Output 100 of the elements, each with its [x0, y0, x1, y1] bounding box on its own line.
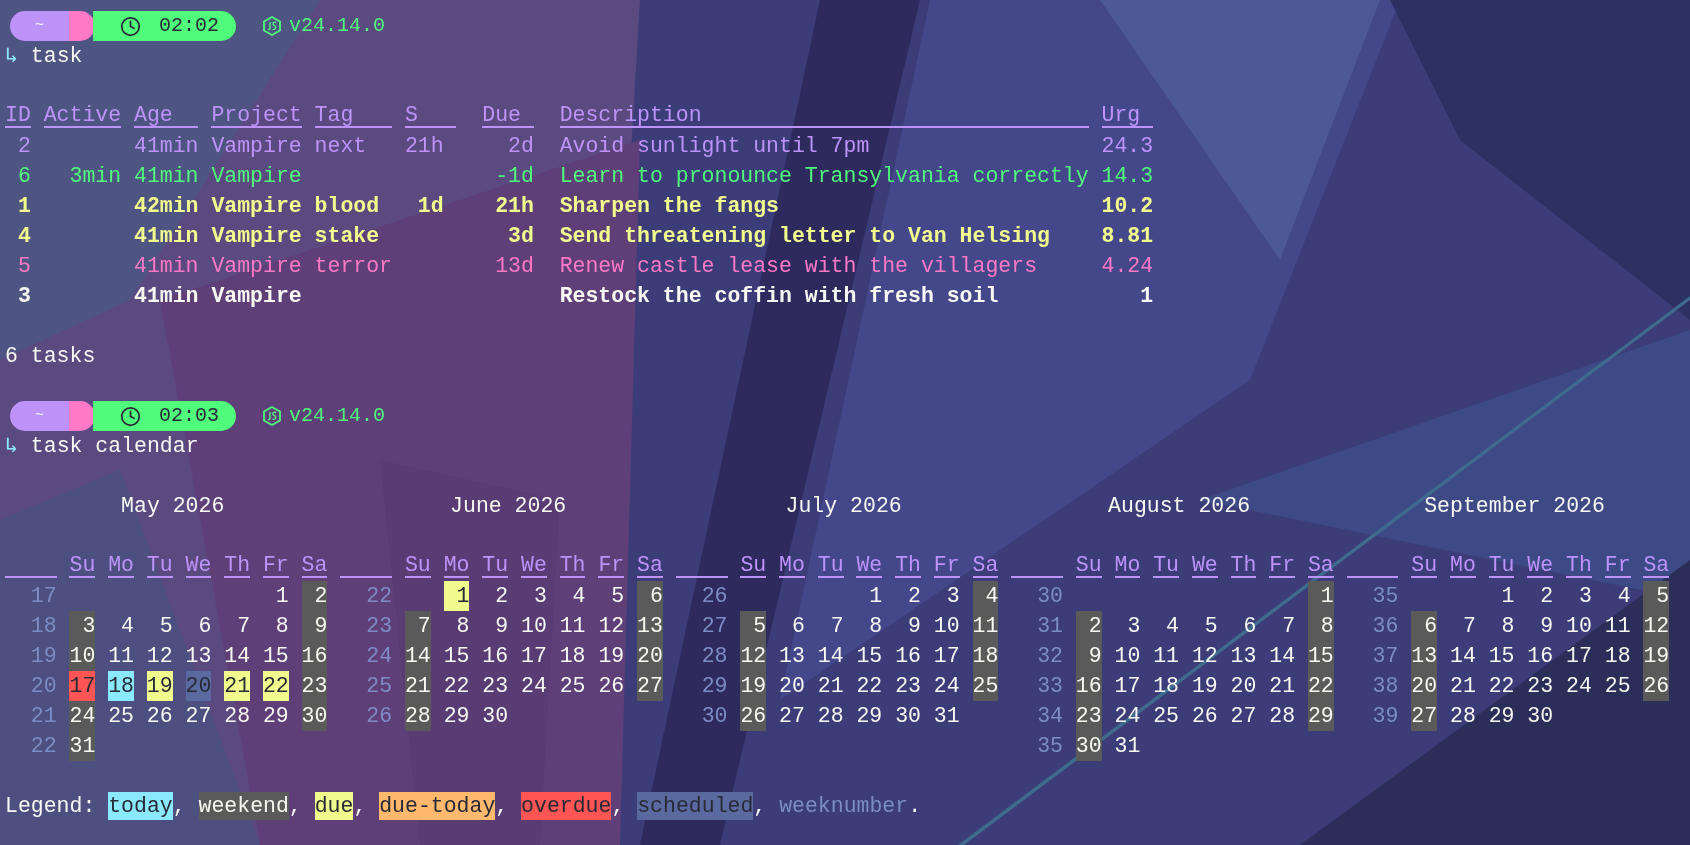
- calendar-day: 1: [262, 581, 289, 611]
- legend-separator: .: [908, 793, 922, 820]
- calendar-day: 8: [443, 611, 470, 641]
- calendar-day: 12: [740, 641, 767, 671]
- calendar-day: 27: [1230, 701, 1257, 731]
- calendar-day: 20: [1230, 671, 1257, 701]
- calendar-day: 8: [856, 611, 883, 641]
- week-number: 18: [29, 613, 57, 640]
- clock-icon: [120, 15, 141, 37]
- calendar-day: 22: [1488, 671, 1515, 701]
- column-header: Age: [134, 102, 199, 128]
- table-cell-text: 2: [16, 133, 31, 160]
- calendar-day: 2: [301, 581, 328, 611]
- calendar-day: 24: [521, 671, 547, 701]
- calendar-day: 1: [1488, 581, 1515, 611]
- week-number: 31: [1036, 613, 1063, 640]
- calendar-day: 13: [1230, 641, 1257, 671]
- legend-separator: ,: [495, 793, 509, 820]
- weekday-header: Su: [69, 552, 96, 578]
- week-number: 25: [365, 673, 393, 700]
- calendar-day: 4: [559, 581, 586, 611]
- calendar-day: 27: [1411, 701, 1438, 731]
- weekday-header: Th: [224, 552, 251, 578]
- calendar-day: 16: [1075, 671, 1102, 701]
- weekday-header: Su: [404, 552, 431, 578]
- calendar-day: 15: [1307, 641, 1334, 671]
- calendar-day: 26: [740, 701, 767, 731]
- calendar-day: 1: [856, 581, 883, 611]
- clock-icon: [120, 405, 141, 427]
- calendar-day: 11: [972, 611, 999, 641]
- calendar-day: 4: [1604, 581, 1631, 611]
- calendar-day: 10: [69, 641, 96, 671]
- calendar-day: 25: [559, 671, 586, 701]
- weekday-header: Tu: [817, 552, 844, 578]
- column-header: ID: [5, 102, 31, 128]
- calendar-day: 30: [1527, 701, 1554, 731]
- calendar-day: 26: [1643, 671, 1670, 701]
- legend-separator: ,: [753, 793, 767, 820]
- calendar-day: 12: [1191, 641, 1218, 671]
- calendar-day: 31: [1114, 731, 1141, 761]
- legend-separator: ,: [172, 793, 186, 820]
- calendar-day: 10: [1566, 611, 1592, 641]
- legend-separator: ,: [288, 793, 302, 820]
- weekday-header: Sa: [301, 552, 328, 578]
- calendar-day: 21: [224, 671, 251, 701]
- weekday-header: Fr: [1604, 552, 1631, 578]
- weekday-header: Sa: [972, 552, 999, 578]
- table-cell-text: 21h: [404, 133, 445, 160]
- legend-key: due: [314, 792, 354, 820]
- table-cell-text: -1d: [494, 163, 534, 190]
- calendar-day: 24: [1114, 701, 1141, 731]
- calendar-day: 18: [1153, 671, 1179, 701]
- calendar-day: 17: [1114, 671, 1141, 701]
- calendar-day: 18: [972, 641, 999, 671]
- calendar-day: 20: [637, 641, 663, 671]
- hexagon-logo-icon: [263, 16, 281, 36]
- node-version: v24.14.0: [289, 13, 385, 39]
- calendar-day: 30: [482, 701, 509, 731]
- week-number: 29: [700, 673, 728, 700]
- calendar-day: 4: [108, 611, 134, 641]
- weekday-header: Tu: [482, 552, 509, 578]
- calendar-day: 7: [817, 611, 844, 641]
- calendar-day: 8: [1307, 611, 1334, 641]
- table-cell-text: 1: [1139, 283, 1154, 310]
- calendar-day: 14: [1450, 641, 1476, 671]
- table-cell-text: Learn to pronounce Transylvania correctly: [559, 163, 1089, 190]
- calendar-day: 19: [740, 671, 767, 701]
- hexagon-logo-icon: [263, 406, 281, 426]
- table-cell-text: 4.24: [1101, 253, 1154, 280]
- calendar-day: 25: [972, 671, 999, 701]
- week-number: 30: [1036, 583, 1063, 610]
- calendar-day: 2: [1075, 611, 1102, 641]
- week-number: 19: [29, 643, 57, 670]
- column-header: S: [404, 102, 457, 128]
- table-cell-text: 4: [16, 223, 31, 250]
- week-number: 26: [365, 703, 393, 730]
- calendar-day: 27: [185, 701, 212, 731]
- table-cell-text: stake: [314, 223, 381, 250]
- calendar-day: 26: [598, 671, 625, 701]
- calendar-day: 5: [146, 611, 173, 641]
- week-number: 24: [365, 643, 393, 670]
- calendar-day: 6: [1411, 611, 1438, 641]
- week-number: 30: [700, 703, 728, 730]
- table-cell-text: 10.2: [1101, 193, 1154, 220]
- table-cell-text: Sharpen the fangs: [559, 193, 780, 220]
- calendar-day: 23: [1527, 671, 1554, 701]
- week-number: 23: [365, 613, 393, 640]
- calendar-day: 19: [598, 641, 625, 671]
- table-cell-text: 5: [16, 253, 31, 280]
- weekday-header: Tu: [146, 552, 173, 578]
- calendar-day: 3: [521, 581, 547, 611]
- calendar-day: 16: [301, 641, 328, 671]
- calendar-day: 4: [972, 581, 999, 611]
- week-number: 20: [29, 673, 57, 700]
- calendar-day: 2: [1527, 581, 1554, 611]
- calendar-day: 22: [1307, 671, 1334, 701]
- calendar-day: 27: [779, 701, 805, 731]
- weekday-header: Mo: [1450, 552, 1476, 578]
- calendar-day: 29: [262, 701, 289, 731]
- calendar-day: 14: [404, 641, 431, 671]
